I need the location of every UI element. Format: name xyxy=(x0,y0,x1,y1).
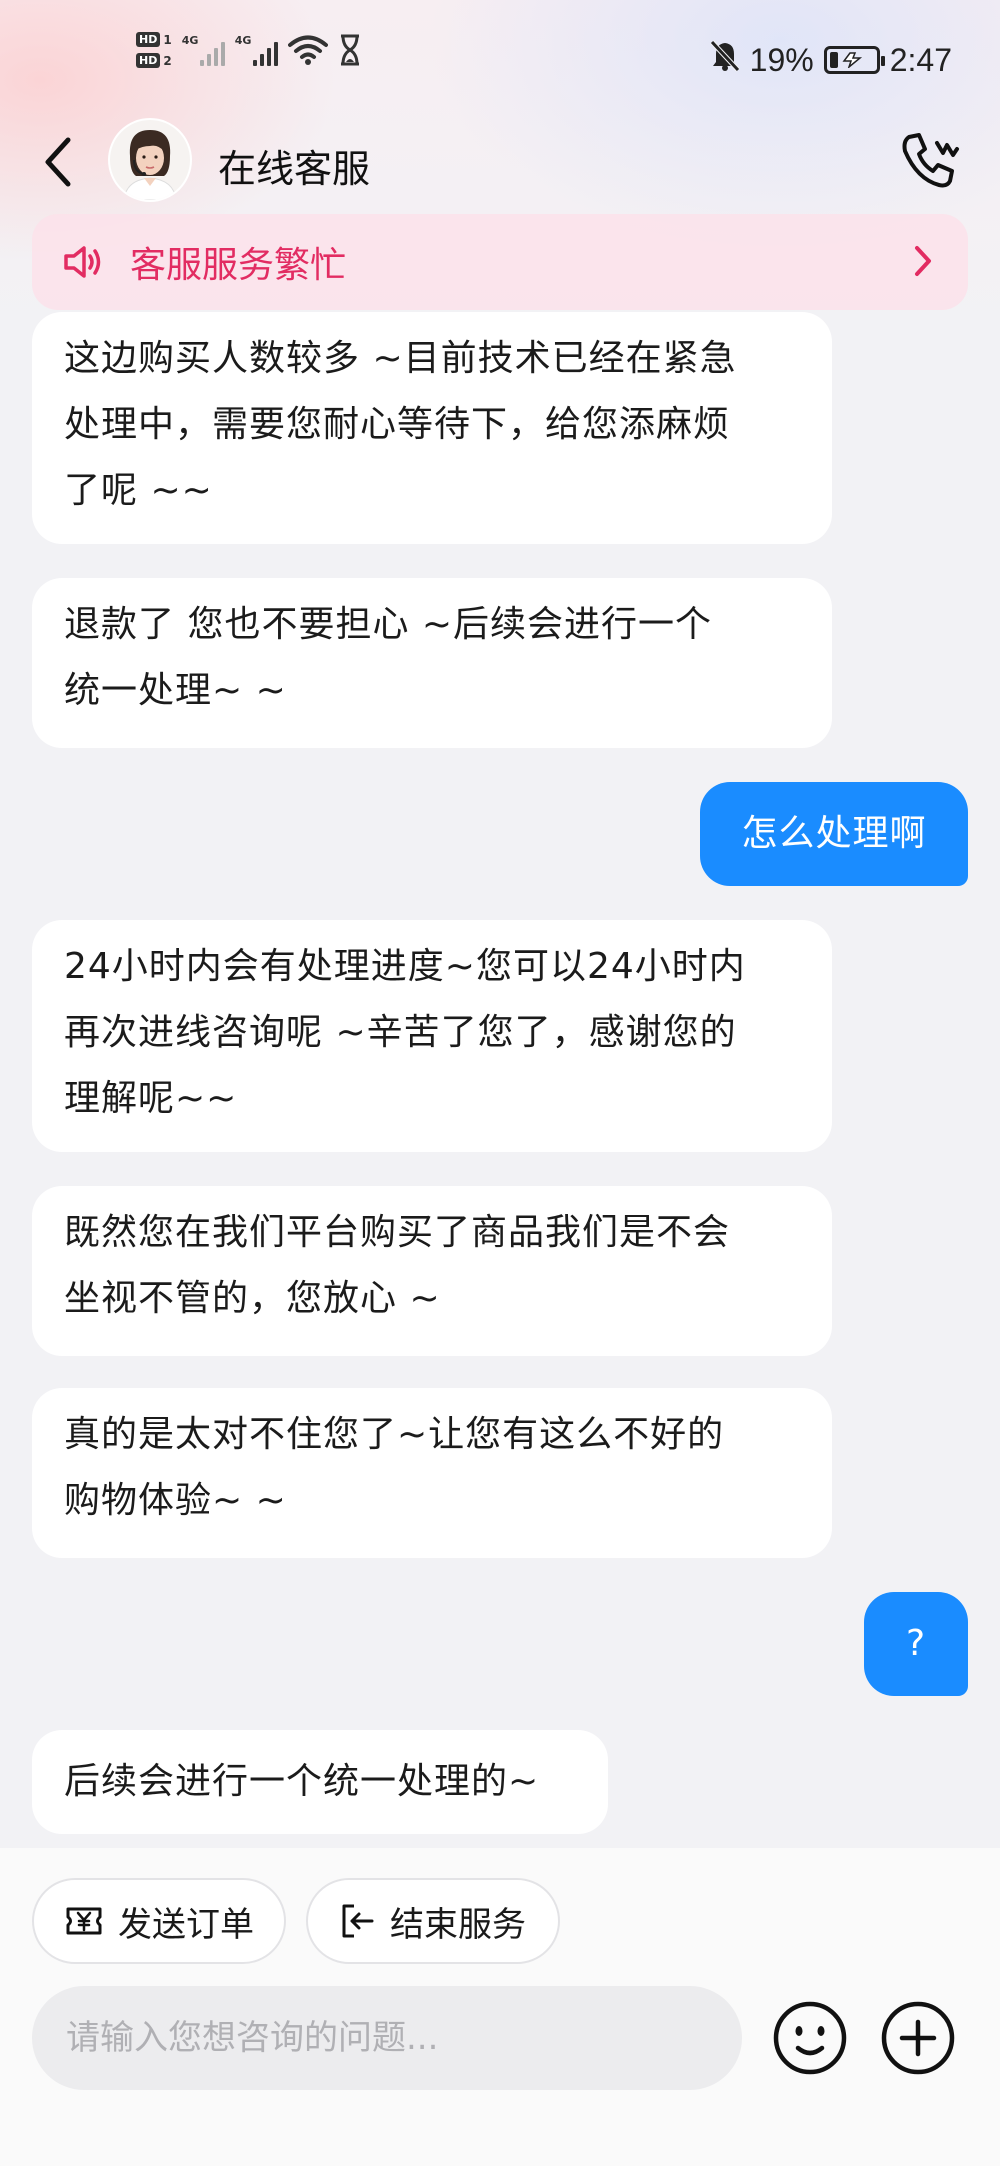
message-input[interactable] xyxy=(66,2018,706,2058)
end-service-button[interactable]: 结束服务 xyxy=(306,1878,560,1964)
agent-message: 退款了 您也不要担心 ~后续会进行一个 统一处理~ ~ xyxy=(32,578,832,748)
message-line: 真的是太对不住您了~让您有这么不好的 xyxy=(64,1414,725,1455)
smiley-icon xyxy=(773,2001,847,2075)
message-line: 了呢 ~~ xyxy=(64,470,213,511)
agent-message: 24小时内会有处理进度~您可以24小时内 再次进线咨询呢 ~辛苦了您了，感谢您的… xyxy=(32,920,832,1152)
agent-message: 既然您在我们平台购买了商品我们是不会 坐视不管的，您放心 ~ xyxy=(32,1186,832,1356)
send-order-button[interactable]: 发送订单 xyxy=(32,1878,286,1964)
message-line: 坐视不管的，您放心 ~ xyxy=(64,1278,441,1319)
message-line: 24小时内会有处理进度~您可以24小时内 xyxy=(64,946,746,987)
message-line: 既然您在我们平台购买了商品我们是不会 xyxy=(64,1212,731,1253)
message-line: 统一处理~ ~ xyxy=(64,670,287,711)
message-line: 怎么处理啊 xyxy=(741,813,927,854)
message-line: 这边购买人数较多 ~目前技术已经在紧急 xyxy=(64,338,737,379)
composer-area: 发送订单 结束服务 xyxy=(0,1848,1000,2166)
emoji-button[interactable] xyxy=(770,1998,850,2078)
message-line: 处理中，需要您耐心等待下，给您添麻烦 xyxy=(64,404,731,445)
user-message: ? xyxy=(864,1592,968,1696)
end-service-label: 结束服务 xyxy=(390,1904,526,1945)
message-list: 这边购买人数较多 ~目前技术已经在紧急 处理中，需要您耐心等待下，给您添麻烦 了… xyxy=(0,0,1000,1850)
chat-screen: HD 1 HD 2 4G 4G 19% 2:47 在线客服 客服服务繁忙 这边购… xyxy=(0,0,1000,2166)
exit-icon xyxy=(342,1904,374,1938)
message-input-container[interactable] xyxy=(32,1986,742,2090)
message-line: 退款了 您也不要担心 ~后续会进行一个 xyxy=(64,604,713,645)
agent-message: 真的是太对不住您了~让您有这么不好的 购物体验~ ~ xyxy=(32,1388,832,1558)
user-message: 怎么处理啊 xyxy=(700,782,968,886)
message-line: 理解呢~~ xyxy=(64,1078,238,1119)
message-line: ? xyxy=(905,1623,927,1664)
message-line: 购物体验~ ~ xyxy=(64,1480,287,1521)
agent-message: 这边购买人数较多 ~目前技术已经在紧急 处理中，需要您耐心等待下，给您添麻烦 了… xyxy=(32,312,832,544)
yuan-ticket-icon xyxy=(66,1907,102,1935)
agent-message: 后续会进行一个统一处理的~ xyxy=(32,1730,608,1834)
more-button[interactable] xyxy=(878,1998,958,2078)
message-line: 再次进线咨询呢 ~辛苦了您了，感谢您的 xyxy=(64,1012,737,1053)
message-line: 后续会进行一个统一处理的~ xyxy=(64,1761,540,1802)
send-order-label: 发送订单 xyxy=(118,1904,254,1945)
plus-circle-icon xyxy=(881,2001,955,2075)
